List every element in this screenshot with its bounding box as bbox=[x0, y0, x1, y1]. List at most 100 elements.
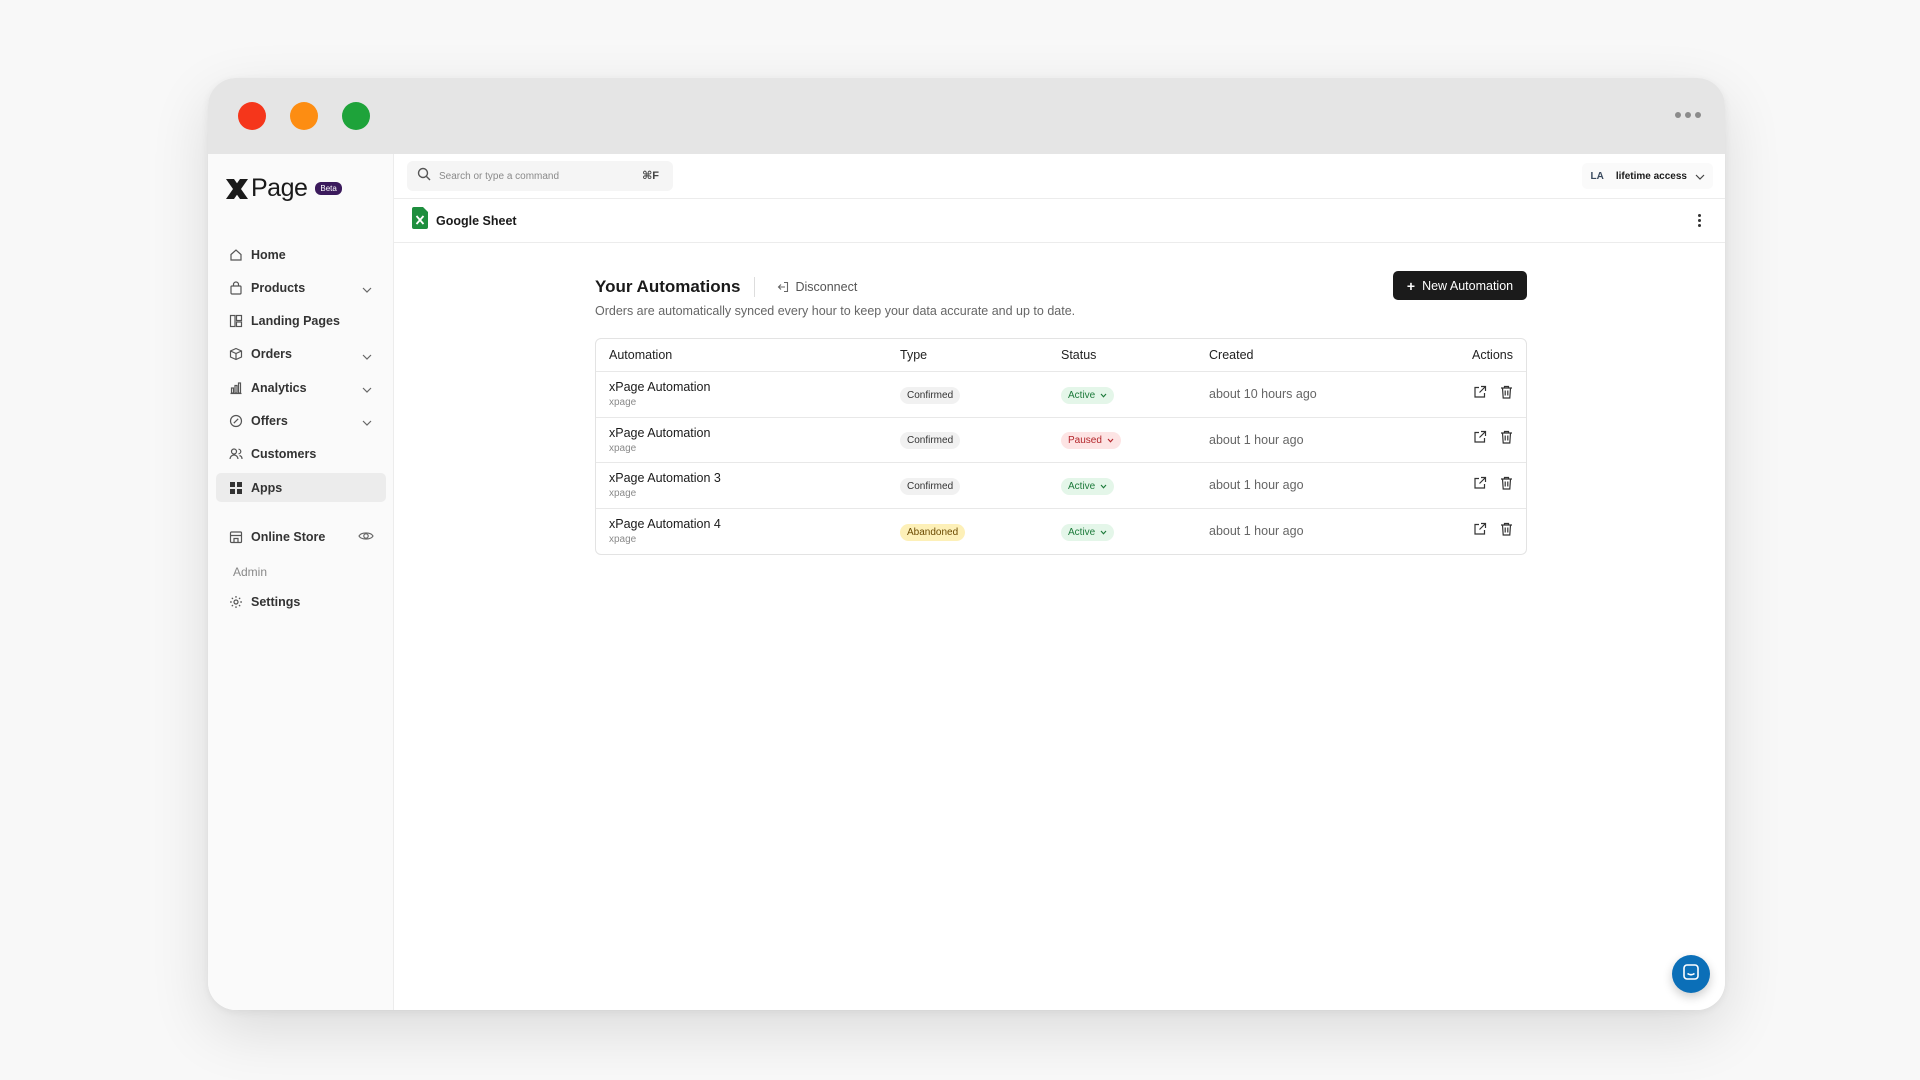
type-badge: Abandoned bbox=[900, 523, 966, 541]
automation-name: xPage Automation bbox=[609, 425, 711, 440]
app-window: Page Beta Home Products Landing Pages Or… bbox=[208, 78, 1725, 1010]
column-header: Actions bbox=[1472, 348, 1513, 362]
logo[interactable]: Page Beta bbox=[224, 174, 342, 203]
automation-name: xPage Automation bbox=[609, 380, 711, 395]
sidebar-item-products[interactable]: Products bbox=[216, 273, 386, 302]
sidebar-item-orders[interactable]: Orders bbox=[216, 340, 386, 369]
created-time: about 1 hour ago bbox=[1209, 432, 1304, 447]
status-dropdown[interactable]: Active bbox=[1061, 477, 1115, 495]
status-label: Active bbox=[1068, 389, 1096, 401]
chevron-down-icon[interactable] bbox=[362, 349, 372, 363]
sidebar-item-label: Products bbox=[251, 280, 306, 295]
section-description: Orders are automatically synced every ho… bbox=[595, 304, 1076, 318]
chevron-down-icon[interactable] bbox=[362, 282, 372, 296]
automation-source: xpage bbox=[609, 397, 637, 409]
trash-icon[interactable] bbox=[1500, 385, 1513, 404]
table-row[interactable]: xPage Automation xpage Confirmed Active … bbox=[596, 372, 1526, 418]
sidebar-item-label: Home bbox=[251, 247, 286, 262]
box-icon bbox=[229, 347, 243, 361]
chat-icon bbox=[1682, 963, 1700, 986]
new-automation-button[interactable]: + New Automation bbox=[1393, 271, 1527, 300]
close-window-button[interactable] bbox=[238, 102, 266, 130]
log-out-icon bbox=[777, 281, 789, 293]
beta-badge: Beta bbox=[315, 182, 342, 195]
search-input[interactable] bbox=[439, 170, 619, 182]
chat-support-button[interactable] bbox=[1672, 955, 1710, 993]
sidebar-nav: Home Products Landing Pages Orders Analy… bbox=[216, 240, 386, 620]
search-icon bbox=[417, 167, 431, 186]
account-plan: lifetime access bbox=[1615, 170, 1687, 182]
sidebar-item-settings[interactable]: Settings bbox=[216, 587, 386, 616]
table-row[interactable]: xPage Automation xpage Confirmed Paused … bbox=[596, 418, 1526, 463]
created-time: about 1 hour ago bbox=[1209, 524, 1304, 539]
chevron-down-icon bbox=[1695, 167, 1705, 185]
sidebar-item-label: Offers bbox=[251, 413, 288, 428]
sidebar-item-online-store[interactable]: Online Store bbox=[216, 522, 386, 551]
automation-source: xpage bbox=[609, 534, 637, 546]
bag-icon bbox=[229, 281, 243, 295]
type-badge: Confirmed bbox=[900, 386, 961, 404]
status-dropdown[interactable]: Paused bbox=[1061, 432, 1121, 450]
trash-icon[interactable] bbox=[1500, 522, 1513, 541]
account-menu[interactable]: LA lifetime access bbox=[1582, 163, 1713, 189]
automation-source: xpage bbox=[609, 488, 637, 500]
automation-name: xPage Automation 4 bbox=[609, 517, 721, 532]
table-row[interactable]: xPage Automation 3 xpage Confirmed Activ… bbox=[596, 463, 1526, 509]
chevron-down-icon bbox=[1100, 484, 1107, 489]
sidebar-item-label: Settings bbox=[251, 594, 301, 609]
x-logo-icon bbox=[226, 178, 248, 199]
more-options-icon[interactable] bbox=[1675, 112, 1701, 118]
sidebar-item-landing-pages[interactable]: Landing Pages bbox=[216, 307, 386, 336]
sidebar: Page Beta Home Products Landing Pages Or… bbox=[208, 154, 394, 1010]
sidebar-item-analytics[interactable]: Analytics bbox=[216, 373, 386, 402]
column-header: Status bbox=[1061, 348, 1097, 362]
automation-name: xPage Automation 3 bbox=[609, 471, 721, 486]
table-row[interactable]: xPage Automation 4 xpage Abandoned Activ… bbox=[596, 509, 1526, 555]
kebab-menu-icon[interactable] bbox=[1698, 214, 1701, 227]
avatar: LA bbox=[1590, 170, 1604, 182]
sidebar-item-apps[interactable]: Apps bbox=[216, 473, 386, 503]
status-dropdown[interactable]: Active bbox=[1061, 386, 1115, 404]
top-bar: ⌘F LA lifetime access bbox=[394, 154, 1725, 199]
column-header: Created bbox=[1209, 348, 1254, 362]
open-external-icon[interactable] bbox=[1473, 385, 1487, 404]
disconnect-label: Disconnect bbox=[795, 280, 858, 294]
main-area: ⌘F LA lifetime access Google Sheet Your … bbox=[394, 154, 1725, 1010]
grid-icon bbox=[229, 481, 243, 495]
logo-wordmark: Page bbox=[251, 174, 308, 202]
automations-table: Automation Type Status Created Actions x… bbox=[595, 338, 1527, 555]
sidebar-item-label: Analytics bbox=[251, 380, 307, 395]
status-dropdown[interactable]: Active bbox=[1061, 523, 1115, 541]
maximize-window-button[interactable] bbox=[342, 102, 370, 130]
trash-icon[interactable] bbox=[1500, 430, 1513, 449]
status-label: Paused bbox=[1068, 435, 1102, 447]
disconnect-button[interactable]: Disconnect bbox=[777, 280, 857, 294]
chevron-down-icon[interactable] bbox=[362, 382, 372, 396]
chevron-down-icon[interactable] bbox=[362, 415, 372, 429]
chevron-down-icon bbox=[1107, 438, 1114, 443]
chevron-down-icon bbox=[1100, 393, 1107, 398]
page-title: Google Sheet bbox=[436, 213, 517, 228]
type-badge: Confirmed bbox=[900, 477, 961, 495]
layout-icon bbox=[229, 314, 243, 328]
google-sheets-icon bbox=[412, 207, 428, 234]
minimize-window-button[interactable] bbox=[290, 102, 318, 130]
app-header: Google Sheet bbox=[394, 199, 1725, 243]
sidebar-item-label: Orders bbox=[251, 347, 292, 362]
search-box[interactable]: ⌘F bbox=[407, 161, 673, 191]
trash-icon[interactable] bbox=[1500, 476, 1513, 495]
sidebar-item-label: Online Store bbox=[251, 529, 326, 544]
sidebar-item-customers[interactable]: Customers bbox=[216, 440, 386, 469]
eye-icon[interactable] bbox=[358, 529, 374, 546]
automation-source: xpage bbox=[609, 442, 637, 454]
open-external-icon[interactable] bbox=[1473, 430, 1487, 449]
divider bbox=[754, 277, 756, 297]
open-external-icon[interactable] bbox=[1473, 476, 1487, 495]
status-label: Active bbox=[1068, 526, 1096, 538]
sidebar-item-offers[interactable]: Offers bbox=[216, 406, 386, 435]
title-bar bbox=[208, 78, 1725, 154]
sidebar-item-home[interactable]: Home bbox=[216, 240, 386, 269]
new-automation-label: New Automation bbox=[1422, 278, 1514, 293]
open-external-icon[interactable] bbox=[1473, 522, 1487, 541]
created-time: about 10 hours ago bbox=[1209, 387, 1317, 402]
